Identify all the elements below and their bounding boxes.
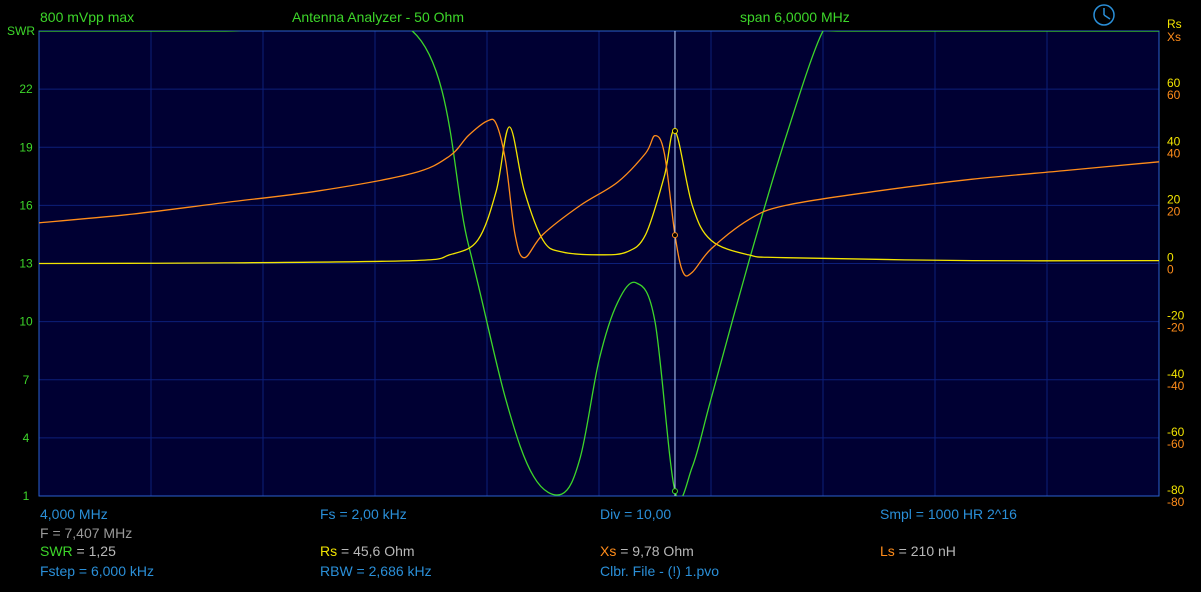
xs-readout-label: Xs	[600, 543, 617, 559]
swr-readout-label: SWR	[40, 543, 73, 559]
xs-tick-label: 40	[1167, 146, 1181, 160]
rs-axis-title: Rs	[1167, 17, 1182, 31]
xs-tick-label: -40	[1167, 379, 1185, 393]
swr-axis-title: SWR	[7, 24, 35, 38]
ls-readout-value: = 210 nH	[894, 543, 956, 559]
chart-title: Antenna Analyzer - 50 Ohm	[292, 9, 464, 25]
ls-readout-label: Ls	[880, 543, 895, 559]
level-label: 800 mVpp max	[40, 9, 135, 25]
xs-tick-label: 60	[1167, 88, 1181, 102]
left-axis-ticks: 1 4 7 10 13 16 19 22	[19, 82, 33, 503]
smpl-label: Smpl = 1000 HR 2^16	[880, 506, 1017, 522]
swr-tick-label: 22	[19, 82, 33, 96]
xs-readout-value: = 9,78 Ohm	[616, 543, 694, 559]
xs-tick-label: -60	[1167, 437, 1185, 451]
swr-tick-label: 10	[19, 315, 33, 329]
xs-tick-label: 0	[1167, 263, 1174, 277]
xs-tick-label: -20	[1167, 321, 1185, 335]
div-label: Div = 10,00	[600, 506, 672, 522]
rs-readout-label: Rs	[320, 543, 338, 559]
xs-marker-point	[671, 232, 678, 239]
swr-tick-label: 1	[23, 489, 30, 503]
swr-tick-label: 13	[19, 257, 33, 271]
rbw-label: RBW = 2,686 kHz	[320, 563, 432, 579]
xs-axis-title: Xs	[1167, 30, 1182, 44]
calibration-file-label: Clbr. File - (!) 1.pvo	[600, 563, 720, 579]
swr-tick-label: 4	[23, 431, 30, 445]
xs-readout: Xs = 9,78 Ohm	[600, 543, 694, 559]
swr-tick-label: 19	[19, 140, 33, 154]
xs-tick-label: -80	[1167, 495, 1185, 509]
rs-marker-point	[671, 127, 678, 134]
span-label: span 6,0000 MHz	[740, 9, 850, 25]
fstep-label: Fstep = 6,000 kHz	[40, 563, 155, 579]
swr-tick-label: 16	[19, 198, 33, 212]
analyzer-plot: 1471013161922 6040200-20-40-60-806040200…	[19, 30, 1185, 509]
ls-readout: Ls = 210 nH	[880, 543, 956, 559]
swr-readout: SWR = 1,25	[40, 543, 116, 559]
right-axis-ticks: 6040200-20-40-60-806040200-20-40-60-80	[1167, 76, 1185, 509]
clock-icon[interactable]	[1092, 3, 1116, 27]
swr-tick-label: 7	[23, 373, 30, 387]
marker-freq-label: F = 7,407 MHz	[40, 525, 133, 541]
swr-marker-point	[671, 488, 678, 495]
xs-tick-label: 20	[1167, 204, 1181, 218]
start-freq-label: 4,000 MHz	[40, 506, 108, 522]
rs-readout: Rs = 45,6 Ohm	[320, 543, 415, 559]
rs-readout-value: = 45,6 Ohm	[337, 543, 415, 559]
fs-label: Fs = 2,00 kHz	[320, 506, 407, 522]
swr-readout-value: = 1,25	[72, 543, 116, 559]
